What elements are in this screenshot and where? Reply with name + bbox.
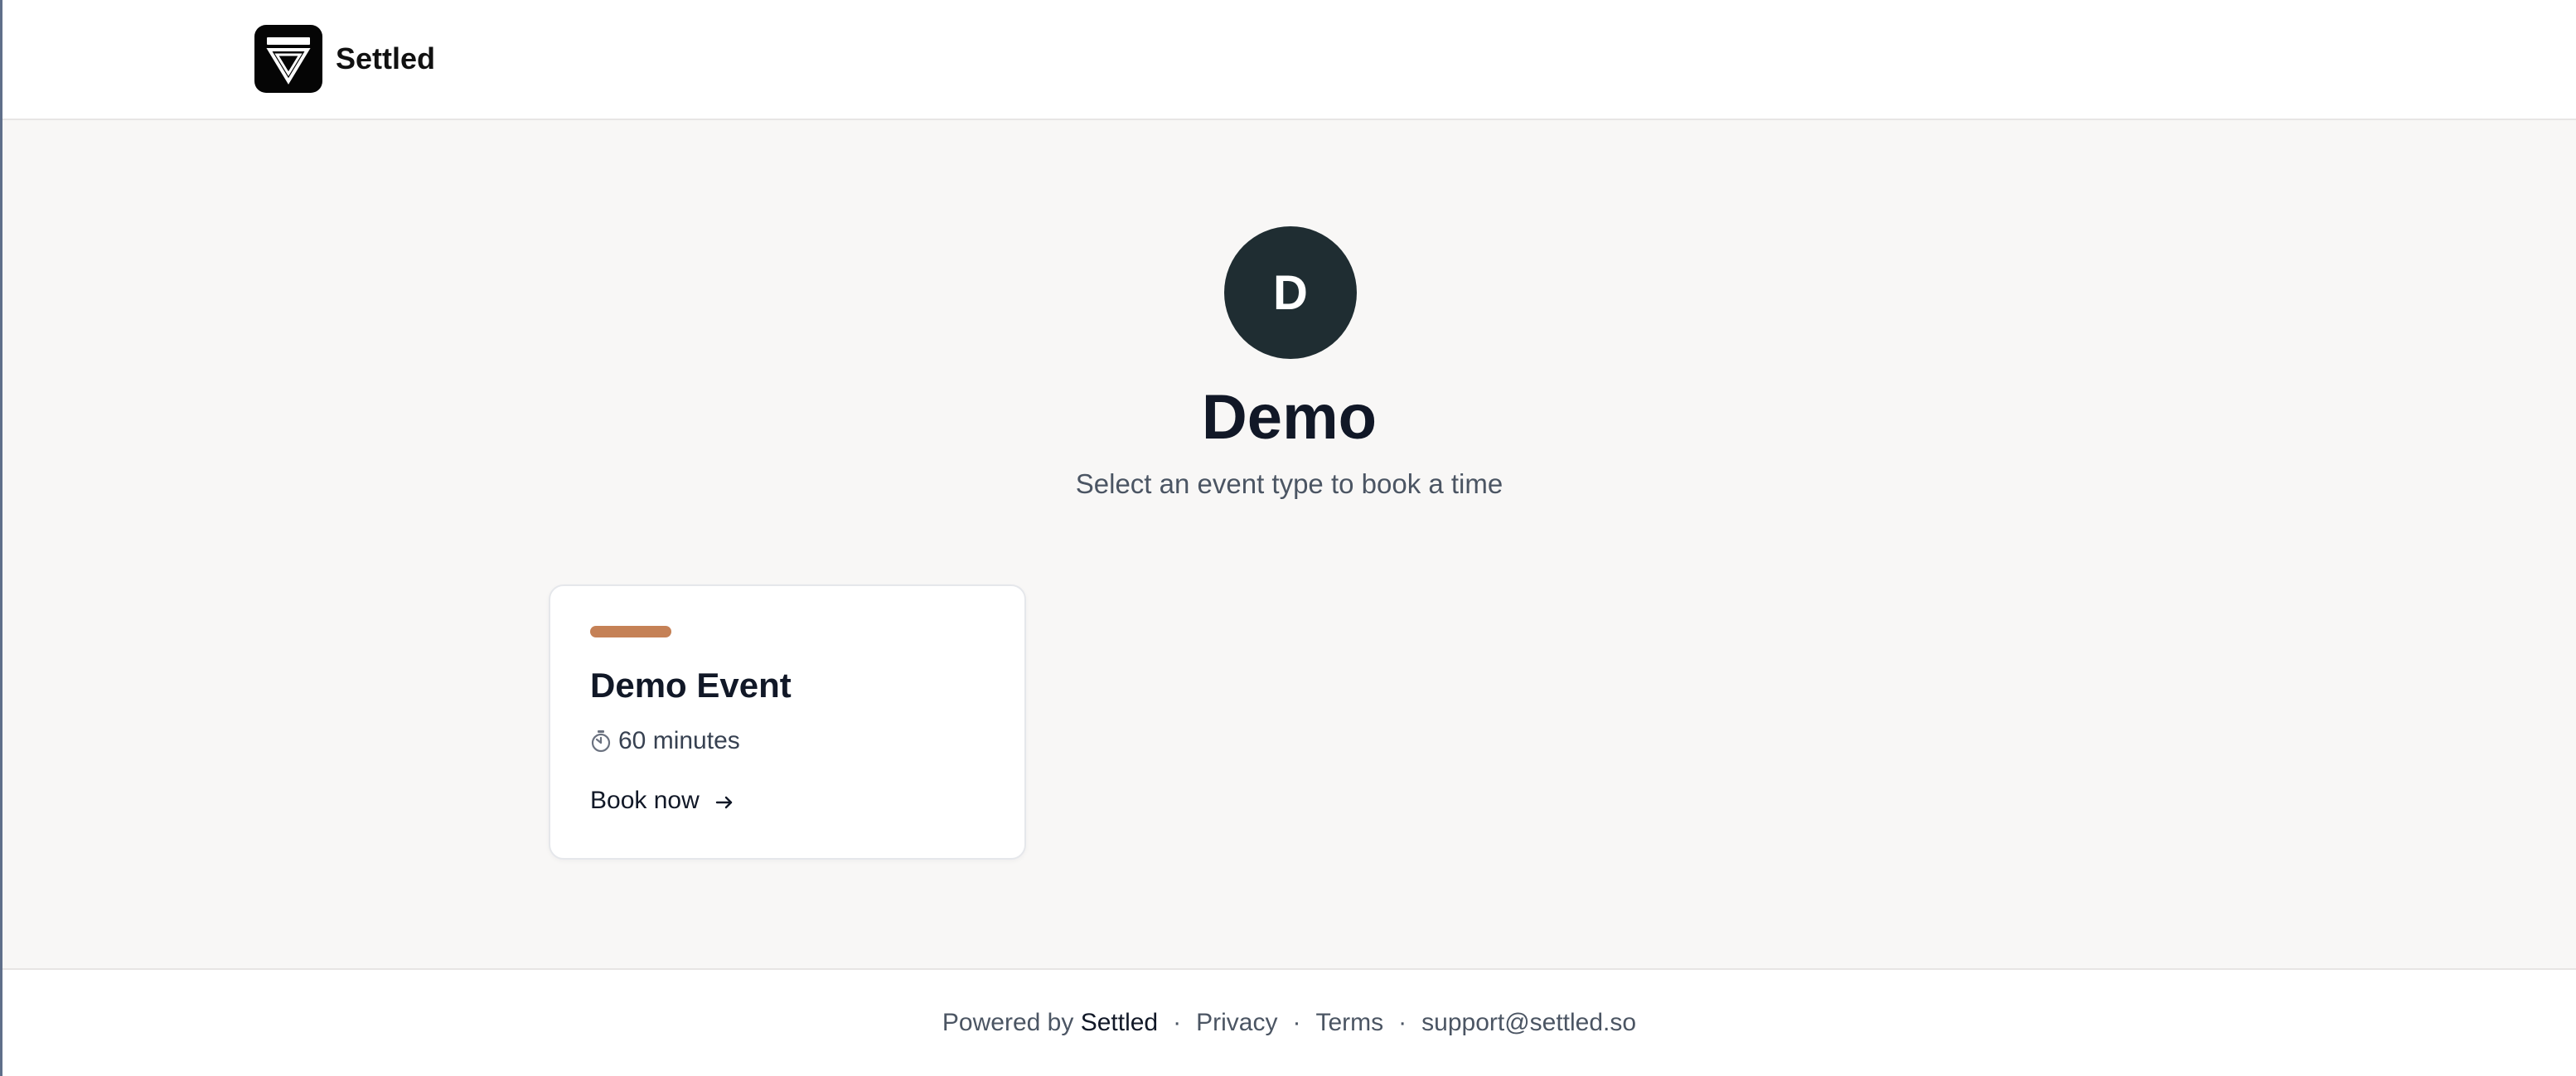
- book-now-label: Book now: [590, 787, 700, 814]
- avatar: D: [1224, 226, 1357, 359]
- support-email-link[interactable]: support@settled.so: [1421, 1009, 1636, 1037]
- clock-icon: [590, 729, 612, 753]
- footer: Powered by Settled · Privacy · Terms · s…: [2, 968, 2576, 1076]
- main-content: D Demo Select an event type to book a ti…: [2, 120, 2576, 968]
- footer-brand: Settled: [1080, 1009, 1159, 1036]
- duration-text: 60 minutes: [618, 727, 740, 754]
- privacy-link[interactable]: Privacy: [1196, 1009, 1277, 1037]
- brand-link[interactable]: Settled: [254, 25, 435, 93]
- page-subtitle: Select an event type to book a time: [1075, 468, 1503, 499]
- event-card-demo-event[interactable]: Demo Event 60 minutes Book now: [549, 584, 1026, 860]
- powered-by-text: Powered by Settled: [942, 1009, 1159, 1036]
- arrow-right-icon: [714, 791, 734, 811]
- footer-separator: ·: [1173, 1009, 1182, 1036]
- footer-separator: ·: [1398, 1009, 1407, 1036]
- footer-separator: ·: [1292, 1009, 1301, 1036]
- top-bar: Settled: [2, 0, 2576, 120]
- event-duration: 60 minutes: [590, 727, 740, 755]
- event-title: Demo Event: [590, 666, 792, 705]
- book-now-link[interactable]: Book now: [590, 787, 734, 815]
- event-color-bar: [590, 626, 671, 637]
- booking-page: Settled D Demo Select an event type to b…: [0, 0, 2576, 1076]
- profile-name: Demo: [1201, 382, 1378, 453]
- brand-name: Settled: [336, 41, 436, 75]
- terms-link[interactable]: Terms: [1315, 1009, 1383, 1037]
- settled-logo-icon: [254, 25, 322, 93]
